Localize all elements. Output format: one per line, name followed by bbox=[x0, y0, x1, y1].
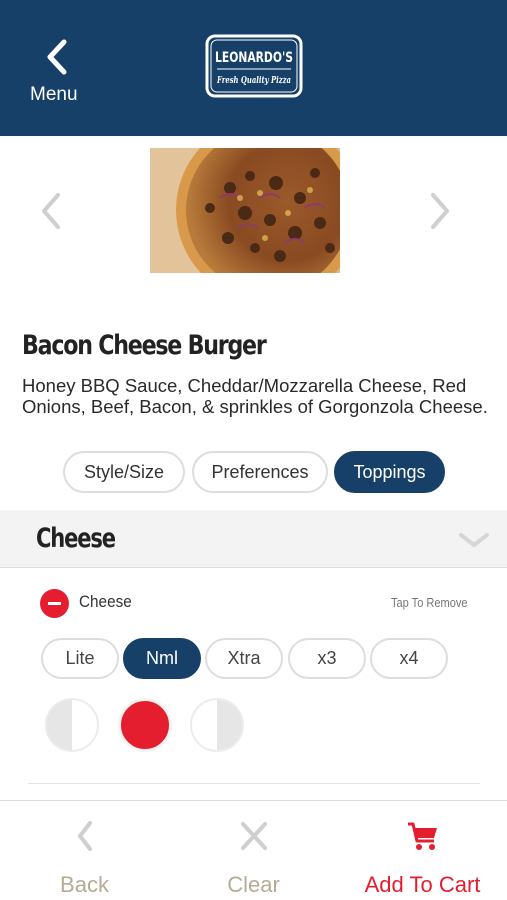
chevron-left-icon bbox=[77, 821, 92, 851]
bottom-action-bar: Back Clear Add To Cart bbox=[0, 800, 507, 900]
amount-lite-button[interactable]: Lite bbox=[41, 638, 119, 679]
item-description: Honey BBQ Sauce, Cheddar/Mozzarella Chee… bbox=[22, 375, 488, 417]
carousel-next-chevron-icon[interactable] bbox=[425, 191, 455, 231]
right-half-portion-icon[interactable] bbox=[190, 698, 244, 752]
topping-name: Cheese bbox=[79, 592, 132, 611]
amount-normal-button[interactable]: Nml bbox=[123, 638, 201, 679]
add-to-cart-button[interactable]: Add To Cart bbox=[338, 801, 507, 900]
tap-to-remove-hint: Tap To Remove bbox=[391, 595, 468, 610]
tab-preferences[interactable]: Preferences bbox=[192, 451, 328, 493]
clear-label: Clear bbox=[227, 872, 280, 897]
cart-icon bbox=[407, 822, 437, 850]
app-header: Menu LEONARDO'S Fresh Quality Pizza bbox=[0, 0, 507, 136]
left-half-portion-icon[interactable] bbox=[45, 698, 99, 752]
tab-style-size[interactable]: Style/Size bbox=[63, 451, 185, 493]
back-label: Back bbox=[60, 872, 109, 897]
amount-x3-button[interactable]: x3 bbox=[288, 638, 366, 679]
whole-portion-icon[interactable] bbox=[118, 698, 172, 752]
divider bbox=[28, 783, 480, 784]
chevron-down-icon bbox=[459, 533, 489, 547]
remove-topping-icon[interactable] bbox=[40, 589, 69, 618]
leonardos-logo: LEONARDO'S Fresh Quality Pizza bbox=[205, 34, 303, 98]
back-button[interactable]: Back bbox=[0, 801, 169, 900]
image-carousel bbox=[0, 136, 507, 296]
amount-extra-button[interactable]: Xtra bbox=[205, 638, 283, 679]
amount-x4-button[interactable]: x4 bbox=[370, 638, 448, 679]
close-icon bbox=[240, 822, 267, 850]
chevron-left-icon bbox=[47, 39, 67, 75]
tab-toppings[interactable]: Toppings bbox=[334, 451, 445, 493]
svg-text:Fresh Quality Pizza: Fresh Quality Pizza bbox=[216, 76, 291, 86]
clear-button[interactable]: Clear bbox=[169, 801, 338, 900]
menu-label: Menu bbox=[30, 84, 78, 105]
item-title: Bacon Cheese Burger bbox=[22, 330, 267, 361]
menu-button[interactable]: Menu bbox=[22, 38, 92, 118]
section-title: Cheese bbox=[36, 523, 116, 554]
pizza-photo bbox=[150, 148, 340, 273]
add-to-cart-label: Add To Cart bbox=[364, 872, 481, 897]
carousel-prev-chevron-icon[interactable] bbox=[36, 191, 66, 231]
cheese-section-header[interactable]: Cheese bbox=[0, 510, 507, 568]
svg-text:LEONARDO'S: LEONARDO'S bbox=[215, 50, 293, 66]
